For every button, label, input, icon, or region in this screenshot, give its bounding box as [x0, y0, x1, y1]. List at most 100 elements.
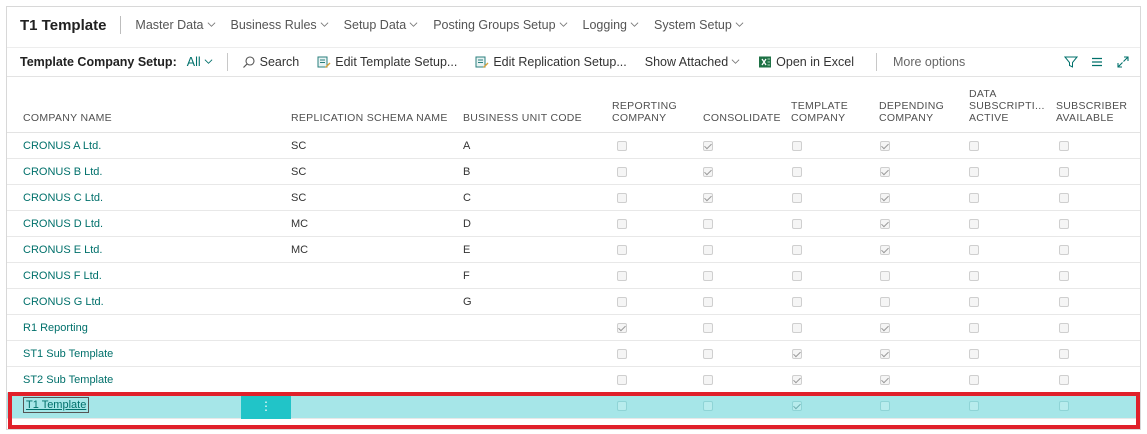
- template-checkbox[interactable]: [792, 141, 802, 151]
- company-name-link[interactable]: CRONUS B Ltd.: [23, 166, 102, 178]
- subscriber-checkbox[interactable]: [1059, 271, 1069, 281]
- search-button[interactable]: Search: [242, 55, 299, 69]
- more-options-button[interactable]: More options: [893, 55, 965, 69]
- consolidate-checkbox[interactable]: [703, 167, 713, 177]
- consolidate-checkbox[interactable]: [703, 401, 713, 411]
- show-attached-dropdown[interactable]: Show Attached: [645, 55, 740, 69]
- reporting-checkbox[interactable]: [617, 141, 627, 151]
- business-unit-code-cell[interactable]: B: [463, 166, 470, 178]
- depending-checkbox[interactable]: [880, 323, 890, 333]
- subscriber-checkbox[interactable]: [1059, 349, 1069, 359]
- template-checkbox[interactable]: [792, 271, 802, 281]
- depending-checkbox[interactable]: [880, 141, 890, 151]
- nav-setup-data[interactable]: Setup Data: [344, 18, 419, 32]
- col-template-company[interactable]: TEMPLATE COMPANY: [791, 100, 848, 124]
- list-view-icon[interactable]: [1090, 55, 1104, 69]
- nav-logging[interactable]: Logging: [583, 18, 640, 32]
- company-name-link[interactable]: R1 Reporting: [23, 322, 88, 334]
- datasub-checkbox[interactable]: [969, 271, 979, 281]
- consolidate-checkbox[interactable]: [703, 349, 713, 359]
- template-checkbox[interactable]: [792, 193, 802, 203]
- business-unit-code-cell[interactable]: A: [463, 140, 470, 152]
- datasub-checkbox[interactable]: [969, 401, 979, 411]
- datasub-checkbox[interactable]: [969, 375, 979, 385]
- open-in-excel-button[interactable]: Open in Excel: [758, 55, 854, 69]
- col-consolidate[interactable]: CONSOLIDATE: [703, 112, 781, 124]
- consolidate-checkbox[interactable]: [703, 245, 713, 255]
- business-unit-code-cell[interactable]: E: [463, 244, 470, 256]
- depending-checkbox[interactable]: [880, 349, 890, 359]
- depending-checkbox[interactable]: [880, 401, 890, 411]
- depending-checkbox[interactable]: [880, 297, 890, 307]
- company-name-link[interactable]: CRONUS F Ltd.: [23, 270, 102, 282]
- reporting-checkbox[interactable]: [617, 323, 627, 333]
- company-name-link[interactable]: CRONUS A Ltd.: [23, 140, 101, 152]
- datasub-checkbox[interactable]: [969, 193, 979, 203]
- col-subscriber-available[interactable]: SUBSCRIBER AVAILABLE: [1056, 100, 1127, 124]
- table-row[interactable]: CRONUS D Ltd. MC D: [7, 211, 1140, 237]
- subscriber-checkbox[interactable]: [1059, 245, 1069, 255]
- template-checkbox[interactable]: [792, 323, 802, 333]
- reporting-checkbox[interactable]: [617, 167, 627, 177]
- datasub-checkbox[interactable]: [969, 219, 979, 229]
- depending-checkbox[interactable]: [880, 167, 890, 177]
- company-name-link[interactable]: CRONUS E Ltd.: [23, 244, 102, 256]
- datasub-checkbox[interactable]: [969, 245, 979, 255]
- nav-posting-groups-setup[interactable]: Posting Groups Setup: [433, 18, 567, 32]
- template-checkbox[interactable]: [792, 219, 802, 229]
- subscriber-checkbox[interactable]: [1059, 141, 1069, 151]
- col-replication-schema[interactable]: REPLICATION SCHEMA NAME: [291, 112, 448, 124]
- nav-business-rules[interactable]: Business Rules: [231, 18, 329, 32]
- reporting-checkbox[interactable]: [617, 271, 627, 281]
- template-checkbox[interactable]: [792, 375, 802, 385]
- reporting-checkbox[interactable]: [617, 219, 627, 229]
- reporting-checkbox[interactable]: [617, 375, 627, 385]
- datasub-checkbox[interactable]: [969, 167, 979, 177]
- replication-schema-cell[interactable]: MC: [291, 218, 308, 230]
- template-checkbox[interactable]: [792, 167, 802, 177]
- subscriber-checkbox[interactable]: [1059, 401, 1069, 411]
- replication-schema-cell[interactable]: SC: [291, 166, 306, 178]
- nav-system-setup[interactable]: System Setup: [654, 18, 744, 32]
- depending-checkbox[interactable]: [880, 271, 890, 281]
- reporting-checkbox[interactable]: [617, 245, 627, 255]
- template-checkbox[interactable]: [792, 245, 802, 255]
- subscriber-checkbox[interactable]: [1059, 297, 1069, 307]
- reporting-checkbox[interactable]: [617, 193, 627, 203]
- table-row[interactable]: CRONUS F Ltd. F: [7, 263, 1140, 289]
- col-data-subscription-active[interactable]: DATA SUBSCRIPTI... ACTIVE: [969, 88, 1045, 124]
- depending-checkbox[interactable]: [880, 245, 890, 255]
- reporting-checkbox[interactable]: [617, 349, 627, 359]
- consolidate-checkbox[interactable]: [703, 271, 713, 281]
- depending-checkbox[interactable]: [880, 375, 890, 385]
- table-row[interactable]: CRONUS G Ltd. G: [7, 289, 1140, 315]
- filter-icon[interactable]: [1064, 55, 1078, 69]
- table-row[interactable]: CRONUS A Ltd. SC A: [7, 133, 1140, 159]
- depending-checkbox[interactable]: [880, 219, 890, 229]
- replication-schema-cell[interactable]: MC: [291, 244, 308, 256]
- subscriber-checkbox[interactable]: [1059, 375, 1069, 385]
- edit-replication-setup-button[interactable]: Edit Replication Setup...: [475, 55, 627, 69]
- depending-checkbox[interactable]: [880, 193, 890, 203]
- datasub-checkbox[interactable]: [969, 323, 979, 333]
- table-row[interactable]: CRONUS B Ltd. SC B: [7, 159, 1140, 185]
- subscriber-checkbox[interactable]: [1059, 193, 1069, 203]
- replication-schema-cell[interactable]: SC: [291, 192, 306, 204]
- row-actions-menu-button[interactable]: ⋮: [241, 393, 291, 419]
- table-row[interactable]: R1 Reporting: [7, 315, 1140, 341]
- view-filter-dropdown[interactable]: All: [187, 55, 213, 69]
- template-checkbox[interactable]: [792, 349, 802, 359]
- company-name-link[interactable]: T1 Template: [23, 397, 90, 413]
- col-reporting-company[interactable]: REPORTING COMPANY: [612, 100, 677, 124]
- template-checkbox[interactable]: [792, 297, 802, 307]
- consolidate-checkbox[interactable]: [703, 141, 713, 151]
- reporting-checkbox[interactable]: [617, 297, 627, 307]
- datasub-checkbox[interactable]: [969, 349, 979, 359]
- expand-icon[interactable]: [1116, 55, 1130, 69]
- company-name-link[interactable]: ST2 Sub Template: [23, 374, 113, 386]
- subscriber-checkbox[interactable]: [1059, 219, 1069, 229]
- business-unit-code-cell[interactable]: C: [463, 192, 471, 204]
- replication-schema-cell[interactable]: SC: [291, 140, 306, 152]
- company-name-link[interactable]: ST1 Sub Template: [23, 348, 113, 360]
- table-row[interactable]: CRONUS C Ltd. SC C: [7, 185, 1140, 211]
